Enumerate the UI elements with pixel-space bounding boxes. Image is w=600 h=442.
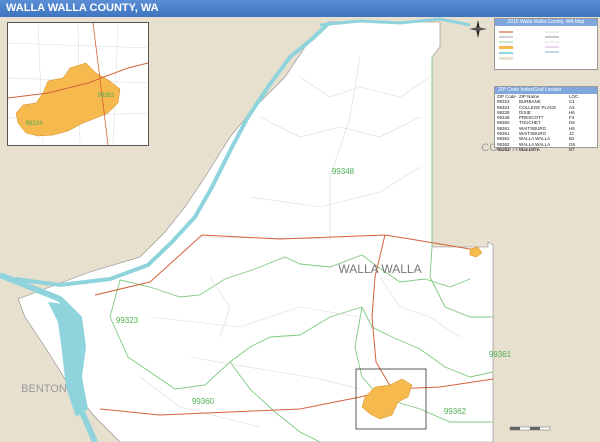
zip-label-99362: 99362 [444,407,467,416]
zip-label-99360: 99360 [192,397,215,406]
zip-table-rows: 99323 BURBANK C1 99324 COLLEGE PLACE A3 99328 D… [495,99,597,152]
zip-code-index: ZIP Code Index/Grid Locator ZIP Code ZIP… [494,86,598,152]
neighbor-label-benton: BENTON [21,383,67,395]
scale-bar [509,426,551,431]
inset-map-svg: 99362 99324 [8,23,148,145]
zip-code-cell: 99363 [497,146,510,152]
legend-symbols [499,31,559,60]
inset-map: 99362 99324 [7,22,149,146]
map-frame: WALLA WALLA COUNTY, WA WALLA WALLA BENTO… [0,0,600,442]
zip-label-99323: 99323 [116,316,139,325]
zip-label-99348: 99348 [332,167,355,176]
zip-name-cell: WALLULA [519,146,540,152]
county-label: WALLA WALLA [338,262,421,276]
legend-title: 2016 Walla Walla County, WA Map [495,19,597,26]
zip-table-title: ZIP Code Index/Grid Locator [495,87,597,94]
table-row: 99363 WALLULA B7 [495,147,597,152]
map-legend: 2016 Walla Walla County, WA Map [494,18,598,70]
zip-loc-cell: B7 [569,146,575,152]
inset-zip-label-99362: 99362 [98,93,115,99]
map-title: WALLA WALLA COUNTY, WA [0,0,600,17]
inset-zip-label-99324: 99324 [26,121,43,127]
zip-label-99361: 99361 [489,350,512,359]
